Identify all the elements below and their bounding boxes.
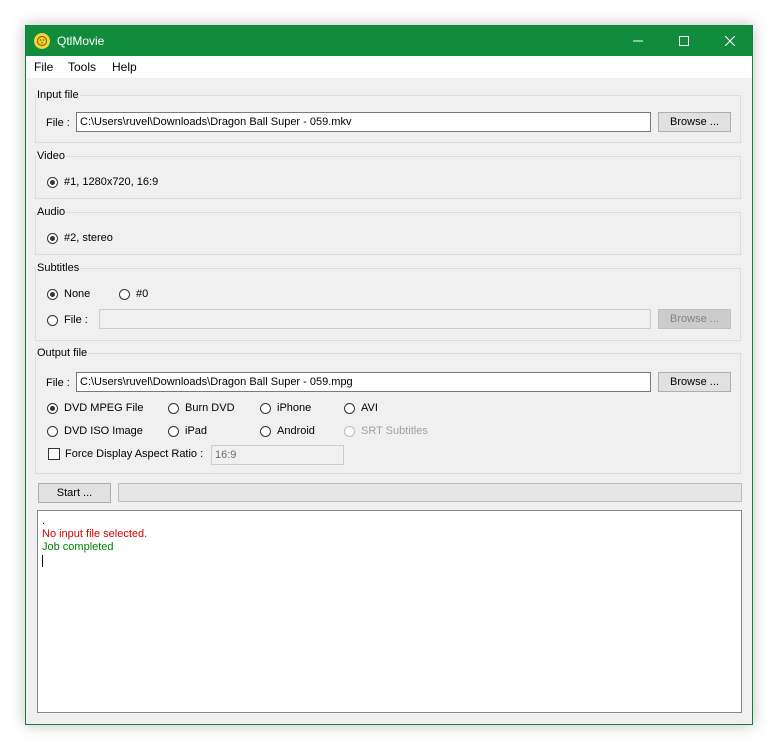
radio-unselected-icon [344,402,355,414]
video-track-radio[interactable]: #1, 1280x720, 16:9 [47,175,158,189]
radio-selected-icon [47,176,58,188]
subtitle-file-radio[interactable]: File : [47,313,88,327]
output-browse-button[interactable]: Browse ... [658,372,731,392]
main-window: QtlMovie File Tools Help Input file File… [25,25,753,725]
menu-tools[interactable]: Tools [68,60,96,74]
subtitle-none-label: None [64,288,91,300]
format-ipad-radio[interactable]: iPad [168,424,207,438]
radio-unselected-icon [119,288,130,300]
subtitle-track0-label: #0 [136,288,149,300]
force-aspect-label: Force Display Aspect Ratio : [65,448,204,460]
video-track-label: #1, 1280x720, 16:9 [64,176,159,188]
log-line: Job completed [42,541,114,553]
aspect-ratio-field[interactable]: 16:9 [211,445,344,465]
format-dvd-iso-label: DVD ISO Image [64,425,143,437]
window-title: QtlMovie [57,34,105,48]
format-ipad-label: iPad [185,425,208,437]
start-button[interactable]: Start ... [38,483,111,503]
format-dvd-iso-radio[interactable]: DVD ISO Image [47,424,143,438]
minimize-button[interactable] [615,26,661,56]
subtitle-track0-radio[interactable]: #0 [119,287,148,301]
format-avi-radio[interactable]: AVI [344,401,378,415]
radio-unselected-icon [168,425,179,437]
close-button[interactable] [707,26,753,56]
subtitles-group-title: Subtitles [36,262,81,274]
audio-track-radio[interactable]: #2, stereo [47,231,113,245]
menu-bar: File Tools Help [26,56,752,78]
input-file-group-title: Input file [36,89,80,101]
format-burn-dvd-radio[interactable]: Burn DVD [168,401,235,415]
format-srt-radio[interactable]: SRT Subtitles [344,424,428,438]
input-file-label: File : [46,117,70,129]
radio-unselected-icon [47,425,58,437]
output-file-group-title: Output file [36,347,89,359]
force-aspect-checkbox[interactable] [48,448,60,460]
input-file-field[interactable]: C:\Users\ruvel\Downloads\Dragon Ball Sup… [76,112,651,132]
text-cursor [42,555,43,567]
format-burn-dvd-label: Burn DVD [185,402,235,414]
subtitle-browse-button[interactable]: Browse ... [658,309,731,329]
audio-track-label: #2, stereo [64,232,113,244]
format-dvd-mpeg-label: DVD MPEG File [64,402,144,414]
format-android-label: Android [277,425,315,437]
log-output[interactable]: . No input file selected. Job completed [37,510,742,713]
format-android-radio[interactable]: Android [260,424,315,438]
radio-unselected-icon [260,402,271,414]
output-file-field[interactable]: C:\Users\ruvel\Downloads\Dragon Ball Sup… [76,372,651,392]
radio-selected-icon [47,232,58,244]
title-bar[interactable]: QtlMovie [26,26,752,56]
format-dvd-mpeg-radio[interactable]: DVD MPEG File [47,401,143,415]
subtitle-file-label: File : [64,314,88,326]
app-icon [34,33,50,49]
subtitles-group [35,268,741,341]
output-file-label: File : [46,377,70,389]
audio-group [35,212,741,255]
subtitle-none-radio[interactable]: None [47,287,90,301]
progress-bar [118,483,742,502]
log-line: No input file selected. [42,528,148,540]
radio-unselected-icon [168,402,179,414]
audio-group-title: Audio [36,206,67,218]
format-iphone-radio[interactable]: iPhone [260,401,311,415]
video-group-title: Video [36,150,66,162]
menu-file[interactable]: File [34,60,53,74]
input-browse-button[interactable]: Browse ... [658,112,731,132]
log-lines: . No input file selected. Job completed [42,515,741,554]
radio-disabled-icon [344,425,355,437]
format-iphone-label: iPhone [277,402,312,414]
radio-selected-icon [47,288,58,300]
maximize-button[interactable] [661,26,707,56]
subtitle-file-field[interactable] [99,309,651,329]
format-avi-label: AVI [361,402,378,414]
radio-unselected-icon [260,425,271,437]
format-srt-label: SRT Subtitles [361,425,428,437]
log-line: . [42,515,46,527]
radio-unselected-icon [47,314,58,326]
radio-selected-icon [47,402,58,414]
menu-help[interactable]: Help [112,60,137,74]
